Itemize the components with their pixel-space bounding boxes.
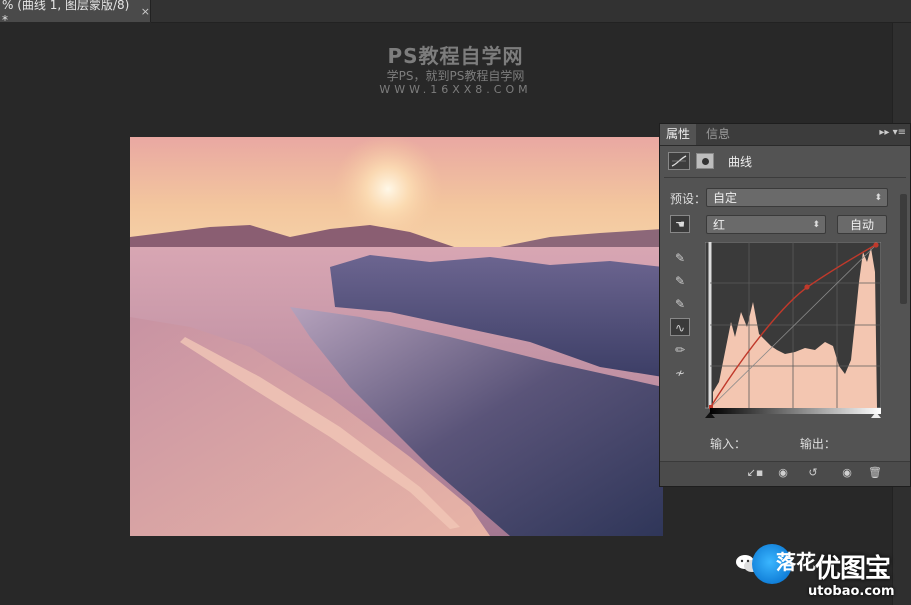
landscape-image xyxy=(130,137,663,536)
channel-value: 红 xyxy=(713,218,726,232)
output-label: 输出： xyxy=(799,437,836,451)
input-label: 输入： xyxy=(710,437,747,451)
properties-panel: 属性 信息 ▸▸ ▾≡ 曲线 预设： 自定 ⬍ ☚ 红 ⬍ 自动 ✎ ✎ ✎ ∿… xyxy=(659,123,911,487)
preset-label: 预设： xyxy=(670,192,707,206)
updown-arrow-icon: ⬍ xyxy=(812,220,820,230)
clip-to-layer-icon[interactable]: ↙▪ xyxy=(746,465,764,481)
updown-arrow-icon: ⬍ xyxy=(874,193,882,203)
curves-graph[interactable] xyxy=(704,241,882,420)
pencil-draw-icon[interactable]: ✏ xyxy=(670,341,690,359)
divider xyxy=(664,177,906,178)
brand-name: 优图宝 xyxy=(815,554,891,584)
document-image[interactable] xyxy=(130,137,663,536)
tab-properties[interactable]: 属性 xyxy=(660,124,697,145)
preset-select[interactable]: 自定 ⬍ xyxy=(706,188,888,207)
watermark-url: WWW.16XX8.COM xyxy=(379,83,532,96)
brand-url: utobao.com xyxy=(808,584,895,599)
delete-trash-icon[interactable]: 🗑 xyxy=(866,465,884,481)
panel-scrollbar[interactable] xyxy=(900,194,907,304)
panel-menu-icon[interactable]: ▸▸ ▾≡ xyxy=(879,127,906,138)
auto-button[interactable]: 自动 xyxy=(837,215,887,234)
curve-point xyxy=(804,284,810,290)
black-point-eyedropper-icon[interactable]: ✎ xyxy=(670,249,690,267)
curve-point-tool-icon[interactable]: ∿ xyxy=(670,318,690,336)
input-gradient-bar xyxy=(710,408,881,414)
view-previous-state-icon[interactable]: ◉ xyxy=(774,465,792,481)
watermark-subtitle: 学PS，就到PS教程自学网 xyxy=(386,69,525,83)
panel-footer: ↙▪ ◉ ↺ ◉ 🗑 xyxy=(660,461,910,486)
curves-adjustment-icon[interactable] xyxy=(668,152,690,170)
channel-select[interactable]: 红 ⬍ xyxy=(706,215,826,234)
reset-icon[interactable]: ↺ xyxy=(804,465,822,481)
tab-info[interactable]: 信息 xyxy=(700,124,736,145)
watermark-title: PS教程自学网 xyxy=(387,44,524,68)
panel-tab-bar: 属性 信息 ▸▸ ▾≡ xyxy=(660,124,910,146)
smooth-curve-icon[interactable]: ≁ xyxy=(670,364,690,382)
targeted-adjustment-hand-icon[interactable]: ☚ xyxy=(670,215,690,233)
visibility-eye-icon[interactable]: ◉ xyxy=(838,465,856,481)
document-tab[interactable]: % (曲线 1, 图层蒙版/8) * × xyxy=(0,0,151,27)
preset-value: 自定 xyxy=(713,191,738,205)
brand-partial-text: 落花 xyxy=(776,550,816,574)
curve-point xyxy=(873,242,879,248)
input-output-readout: 输入： 输出： xyxy=(710,435,836,452)
adjustment-header: 曲线 xyxy=(668,152,752,170)
gray-point-eyedropper-icon[interactable]: ✎ xyxy=(670,272,690,290)
curve-tools: ✎ ✎ ✎ ∿ ✏ ≁ xyxy=(670,249,690,387)
white-point-eyedropper-icon[interactable]: ✎ xyxy=(670,295,690,313)
layer-mask-icon[interactable] xyxy=(696,153,714,169)
close-icon[interactable]: × xyxy=(141,5,150,18)
tab-bar xyxy=(151,0,911,23)
adjustment-title: 曲线 xyxy=(728,154,753,169)
